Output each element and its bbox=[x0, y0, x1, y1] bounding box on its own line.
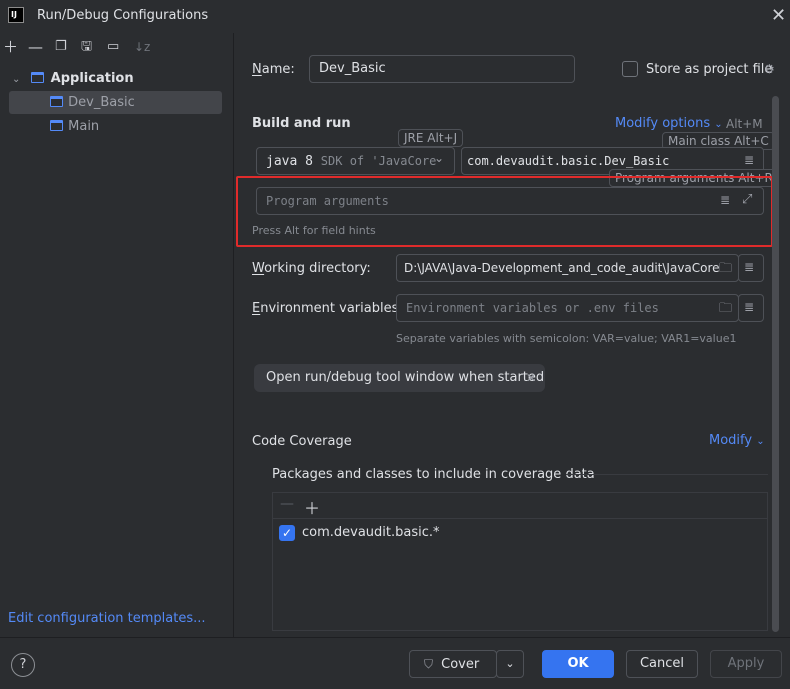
cover-button[interactable]: ⛉ Cover bbox=[409, 650, 497, 678]
add-icon[interactable]: ＋ bbox=[3, 39, 18, 55]
ok-button[interactable]: OK bbox=[542, 650, 614, 678]
sort-icon[interactable]: ↓z bbox=[134, 39, 150, 55]
new-folder-icon[interactable]: ▭ bbox=[107, 39, 119, 55]
title-bar: IJ Run/Debug Configurations ✕ bbox=[0, 0, 790, 33]
expand-icon[interactable]: ⤢ bbox=[742, 192, 752, 207]
save-icon[interactable]: 🖫 bbox=[81, 39, 92, 55]
coverage-toolbar: — ＋ bbox=[273, 493, 767, 519]
sdk-select[interactable]: java 8 SDK of 'JavaCore bbox=[256, 147, 455, 175]
open-tool-window-chip[interactable]: Open run/debug tool window when started … bbox=[254, 364, 545, 392]
help-button[interactable]: ? bbox=[11, 653, 35, 677]
window-title: Run/Debug Configurations bbox=[37, 8, 209, 23]
tree-item-label: Application bbox=[50, 71, 134, 86]
chevron-down-icon[interactable]: ⌄ bbox=[434, 151, 444, 165]
chevron-down-icon: ⌄ bbox=[714, 119, 723, 130]
tree-item-main[interactable]: Main bbox=[9, 115, 222, 138]
build-and-run-title: Build and run bbox=[252, 116, 351, 131]
edit-templates-link[interactable]: Edit configuration templates... bbox=[8, 611, 206, 626]
jre-hint-tag: JRE Alt+J bbox=[398, 129, 464, 147]
list-icon[interactable]: ≣ bbox=[720, 193, 730, 207]
working-directory-label: Working directory: bbox=[252, 261, 371, 276]
sdk-value: java 8 bbox=[266, 154, 313, 169]
environment-variables-label: Environment variables: bbox=[252, 301, 403, 316]
cancel-button[interactable]: Cancel bbox=[626, 650, 698, 678]
coverage-item-label: com.devaudit.basic.* bbox=[302, 525, 440, 540]
list-icon[interactable]: ≣ bbox=[744, 260, 754, 274]
close-icon[interactable]: ✕ bbox=[771, 5, 786, 26]
environment-variables-input[interactable]: Environment variables or .env files bbox=[396, 294, 739, 322]
env-hint-text: Separate variables with semicolon: VAR=v… bbox=[396, 332, 737, 345]
tree-item-label: Main bbox=[68, 119, 100, 134]
tree-item-application[interactable]: ⌄ Application bbox=[9, 67, 222, 90]
run-config-icon bbox=[50, 120, 63, 131]
scrollbar[interactable] bbox=[772, 96, 779, 632]
application-icon bbox=[30, 72, 44, 83]
coverage-item-checkbox[interactable]: ✓ bbox=[279, 525, 295, 541]
chevron-down-icon[interactable]: ⌄ bbox=[12, 74, 20, 85]
modify-label: Modify bbox=[709, 433, 753, 448]
modify-options-link[interactable]: Modify options ⌄ bbox=[615, 116, 723, 131]
intellij-icon: IJ bbox=[8, 7, 24, 23]
cover-dropdown-button[interactable]: ⌄ bbox=[496, 650, 524, 678]
working-directory-field[interactable]: D:\JAVA\Java-Development_and_code_audit\… bbox=[396, 254, 739, 282]
close-icon[interactable]: ✕ bbox=[526, 364, 536, 392]
tree-item-label: Dev_Basic bbox=[68, 95, 135, 110]
chevron-down-icon: ⌄ bbox=[505, 657, 515, 670]
code-coverage-title: Code Coverage bbox=[252, 434, 352, 449]
store-project-checkbox[interactable] bbox=[622, 61, 638, 77]
list-icon[interactable]: ≣ bbox=[744, 300, 754, 314]
folder-icon[interactable]: 🗀 bbox=[719, 299, 732, 321]
gear-icon[interactable]: ⚙ bbox=[764, 62, 775, 76]
name-label: Name: bbox=[252, 62, 295, 77]
apply-button[interactable]: Apply bbox=[710, 650, 782, 678]
packages-label: Packages and classes to include in cover… bbox=[272, 467, 595, 482]
store-project-label: Store as project file bbox=[646, 62, 773, 77]
coverage-list: — ＋ ✓ com.devaudit.basic.* bbox=[272, 492, 768, 631]
chevron-down-icon: ⌄ bbox=[756, 436, 765, 447]
remove-icon[interactable]: — bbox=[280, 496, 294, 512]
modify-options-label: Modify options bbox=[615, 116, 711, 131]
folder-icon[interactable]: 🗀 bbox=[719, 259, 732, 281]
remove-icon[interactable]: — bbox=[28, 39, 43, 55]
name-field[interactable]: Dev_Basic bbox=[309, 55, 575, 83]
run-config-icon bbox=[50, 96, 63, 107]
modify-options-shortcut: Alt+M bbox=[726, 117, 763, 131]
program-arguments-input[interactable]: Program arguments bbox=[256, 187, 764, 215]
shield-icon: ⛉ bbox=[424, 657, 434, 671]
list-icon[interactable]: ≣ bbox=[744, 153, 754, 167]
copy-icon[interactable]: ❐ bbox=[55, 39, 67, 55]
cover-label: Cover bbox=[441, 657, 480, 672]
field-hints-text: Press Alt for field hints bbox=[252, 224, 376, 237]
configurations-sidebar: ＋ — ❐ 🖫 ▭ ↓z ⌄ Application Dev_Basic Mai… bbox=[0, 33, 234, 637]
sdk-suffix: SDK of 'JavaCore bbox=[320, 154, 437, 168]
add-icon[interactable]: ＋ bbox=[304, 495, 320, 519]
modify-link[interactable]: Modify ⌄ bbox=[709, 433, 765, 448]
chip-label: Open run/debug tool window when started bbox=[266, 370, 545, 385]
tree-item-dev-basic[interactable]: Dev_Basic bbox=[9, 91, 222, 114]
separator bbox=[566, 474, 768, 475]
dialog-footer: ? ⛉ Cover ⌄ OK Cancel Apply bbox=[0, 637, 790, 689]
